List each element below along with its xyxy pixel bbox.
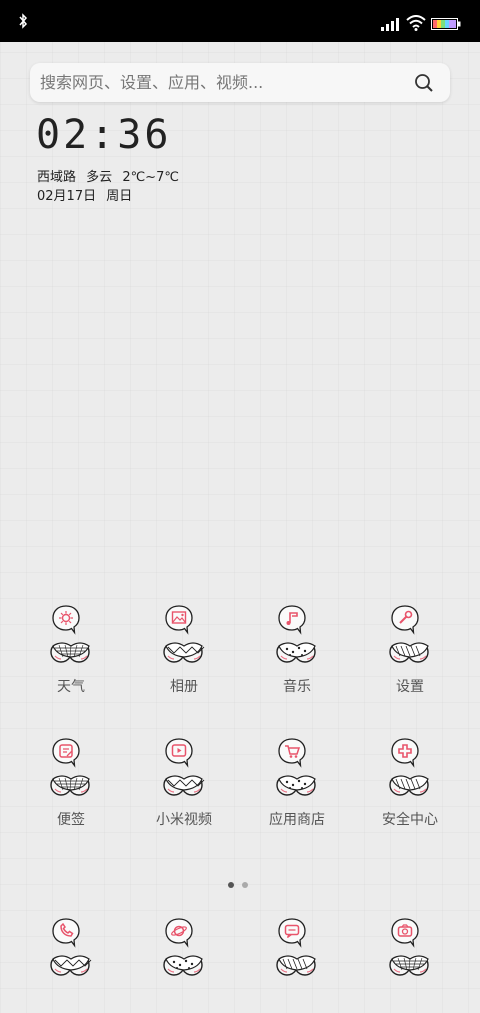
music-app-icon [276,605,316,663]
camera-app-icon [389,918,429,976]
gallery-app-icon [163,605,205,663]
signal-icon [381,18,399,31]
bluetooth-icon [19,13,28,29]
date-text: 02月17日 [37,189,97,204]
weather-temperature: 2℃~7℃ [122,170,179,185]
app-store-icon [276,738,316,796]
app-music[interactable]: 音乐 [242,604,352,714]
settings-app-icon [389,605,429,663]
app-security[interactable]: 安全中心 [355,737,465,847]
app-label: 小米视频 [156,812,212,828]
page-dot-active[interactable] [228,882,234,888]
security-app-icon [389,738,429,796]
status-bar [0,0,480,42]
wifi-icon [406,15,426,31]
dock-phone[interactable] [16,917,126,979]
dock-messages[interactable] [242,917,352,979]
dock-camera[interactable] [355,917,465,979]
page-indicator[interactable] [228,873,256,892]
battery-icon [431,18,461,30]
app-store[interactable]: 应用商店 [242,737,352,847]
app-video[interactable]: 小米视频 [129,737,239,847]
weather-app-icon [50,605,90,663]
browser-app-icon [163,918,203,976]
weekday-text: 周日 [106,189,133,204]
app-gallery[interactable]: 相册 [129,604,239,714]
app-label: 天气 [57,679,85,695]
video-app-icon [163,738,205,796]
app-notes[interactable]: 便签 [16,737,126,847]
app-label: 设置 [396,679,424,695]
search-icon[interactable] [414,73,434,93]
search-placeholder: 搜索网页、设置、应用、视频... [40,73,264,92]
app-label: 安全中心 [382,812,438,828]
phone-app-icon [50,918,92,976]
app-label: 音乐 [283,679,311,695]
app-label: 相册 [170,679,198,695]
weather-info[interactable]: 西域路 多云 2℃~7℃ [37,166,185,185]
search-bar[interactable]: 搜索网页、设置、应用、视频... [30,63,450,102]
weather-location: 西域路 [37,170,77,185]
date-info[interactable]: 02月17日 周日 [37,185,138,204]
app-label: 便签 [57,812,85,828]
app-label: 应用商店 [269,812,325,828]
page-dot[interactable] [242,882,248,888]
clock-time[interactable]: 02:36 [36,112,171,158]
dock-browser[interactable] [129,917,239,979]
weather-condition: 多云 [86,170,113,185]
app-settings[interactable]: 设置 [355,604,465,714]
app-weather[interactable]: 天气 [16,604,126,714]
notes-app-icon [50,738,90,796]
messages-app-icon [276,918,316,976]
